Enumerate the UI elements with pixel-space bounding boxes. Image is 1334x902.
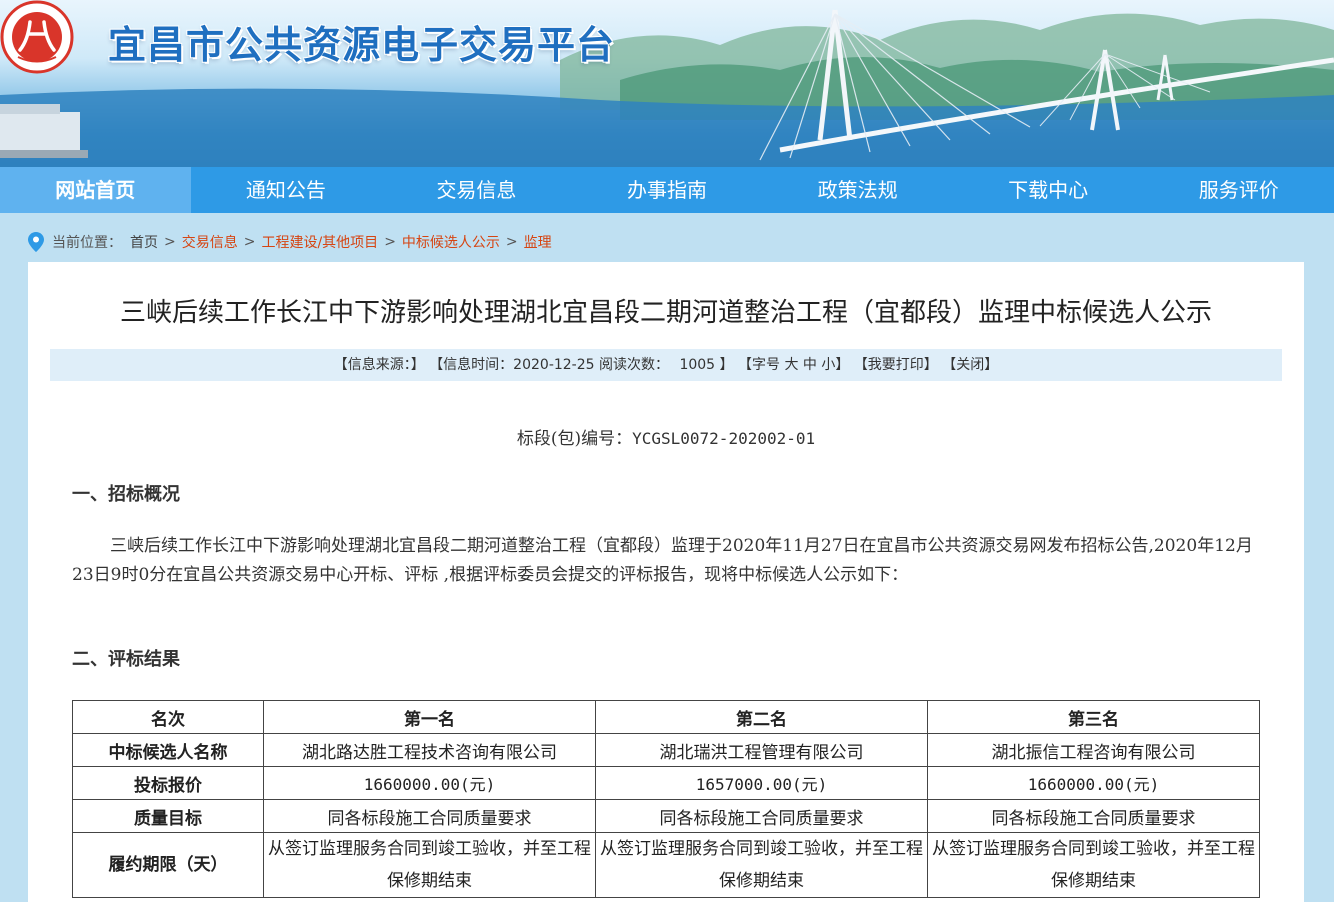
table-cell: 同各标段施工合同质量要求 (927, 799, 1260, 833)
table-cell: 1657000.00(元) (595, 766, 928, 800)
info-time: 【信息时间：2020-12-25 阅读次数： (429, 357, 669, 373)
breadcrumb-sep: > (243, 234, 256, 250)
nav-guide[interactable]: 办事指南 (572, 167, 763, 213)
table-cell: 1660000.00(元) (263, 766, 596, 800)
font-large-button[interactable]: 大 (784, 357, 798, 373)
section-label: 标段(包)编号： (516, 429, 633, 449)
breadcrumb-trade-info[interactable]: 交易信息 (182, 232, 238, 252)
nav-service-rating[interactable]: 服务评价 (1143, 167, 1334, 213)
nav-policy[interactable]: 政策法规 (762, 167, 953, 213)
breadcrumb: 当前位置： 首页 > 交易信息 > 工程建设/其他项目 > 中标候选人公示 > … (28, 230, 552, 254)
table-cell: 湖北瑞洪工程管理有限公司 (595, 733, 928, 767)
row-label: 履约期限（天） (72, 832, 264, 898)
table-cell: 湖北路达胜工程技术咨询有限公司 (263, 733, 596, 767)
breadcrumb-sep: > (505, 234, 518, 250)
info-source: 【信息来源： (333, 357, 411, 373)
breadcrumb-supervision[interactable]: 监理 (524, 232, 552, 252)
table-cell: 1660000.00(元) (927, 766, 1260, 800)
info-source-close: 】 (410, 357, 425, 373)
nav-downloads[interactable]: 下载中心 (953, 167, 1144, 213)
table-cell: 从签订监理服务合同到竣工验收，并至工程保修期结束 (263, 832, 596, 898)
site-title: 宜昌市公共资源电子交易平台 (108, 23, 616, 67)
row-label: 中标候选人名称 (72, 733, 264, 767)
table-row: 投标报价 1660000.00(元) 1657000.00(元) 1660000… (72, 766, 1260, 800)
font-medium-button[interactable]: 中 (803, 357, 817, 373)
result-table: 名次 第一名 第二名 第三名 中标候选人名称 湖北路达胜工程技术咨询有限公司 湖… (72, 700, 1260, 898)
table-cell: 湖北振信工程咨询有限公司 (927, 733, 1260, 767)
breadcrumb-prefix: 当前位置： (52, 235, 122, 251)
article-info-bar: 【信息来源：】 【信息时间：2020-12-25 阅读次数： 1005 】 【字… (50, 349, 1282, 381)
print-button[interactable]: 【我要打印】 (854, 357, 938, 373)
breadcrumb-sep: > (164, 234, 176, 250)
table-cell: 同各标段施工合同质量要求 (595, 799, 928, 833)
breadcrumb-engineering[interactable]: 工程建设/其他项目 (261, 232, 378, 252)
table-header-cell: 名次 (72, 700, 264, 734)
location-pin-icon (28, 232, 44, 252)
table-header-cell: 第二名 (595, 700, 928, 734)
table-row: 质量目标 同各标段施工合同质量要求 同各标段施工合同质量要求 同各标段施工合同质… (72, 799, 1260, 833)
table-header-row: 名次 第一名 第二名 第三名 (72, 700, 1260, 734)
section-code: YCGSL0072-202002-01 (632, 429, 816, 448)
table-header-cell: 第一名 (263, 700, 596, 734)
close-button[interactable]: 【关闭】 (942, 357, 998, 373)
row-label: 质量目标 (72, 799, 264, 833)
section-number: 标段(包)编号：YCGSL0072-202002-01 (28, 424, 1304, 449)
article-panel: 三峡后续工作长江中下游影响处理湖北宜昌段二期河道整治工程（宜都段）监理中标候选人… (28, 262, 1304, 902)
font-small-button[interactable]: 小】 (821, 357, 849, 373)
table-cell: 从签订监理服务合同到竣工验收，并至工程保修期结束 (595, 832, 928, 898)
table-row: 履约期限（天） 从签订监理服务合同到竣工验收，并至工程保修期结束 从签订监理服务… (72, 832, 1260, 898)
info-time-close: 】 (719, 357, 734, 373)
header-banner: 宜昌市公共资源电子交易平台 (0, 0, 1334, 167)
main-nav: 网站首页 通知公告 交易信息 办事指南 政策法规 下载中心 服务评价 (0, 167, 1334, 213)
nav-trade-info[interactable]: 交易信息 (381, 167, 572, 213)
overview-paragraph: 三峡后续工作长江中下游影响处理湖北宜昌段二期河道整治工程（宜都段）监理于2020… (72, 536, 1253, 585)
heading-overview: 一、招标概况 (72, 484, 180, 505)
breadcrumb-candidates[interactable]: 中标候选人公示 (402, 232, 500, 252)
table-cell: 从签订监理服务合同到竣工验收，并至工程保修期结束 (927, 832, 1260, 898)
heading-results: 二、评标结果 (72, 649, 180, 670)
font-size-label: 【字号 (738, 357, 780, 373)
table-cell: 同各标段施工合同质量要求 (263, 799, 596, 833)
breadcrumb-home[interactable]: 首页 (130, 232, 158, 252)
nav-notices[interactable]: 通知公告 (191, 167, 382, 213)
breadcrumb-sep: > (384, 234, 396, 250)
nav-home[interactable]: 网站首页 (0, 167, 191, 213)
red-seal-logo-icon (0, 0, 74, 74)
row-label: 投标报价 (72, 766, 264, 800)
table-row: 中标候选人名称 湖北路达胜工程技术咨询有限公司 湖北瑞洪工程管理有限公司 湖北振… (72, 733, 1260, 767)
info-views: 1005 (679, 357, 716, 373)
table-header-cell: 第三名 (927, 700, 1260, 734)
article-title: 三峡后续工作长江中下游影响处理湖北宜昌段二期河道整治工程（宜都段）监理中标候选人… (119, 298, 1212, 328)
